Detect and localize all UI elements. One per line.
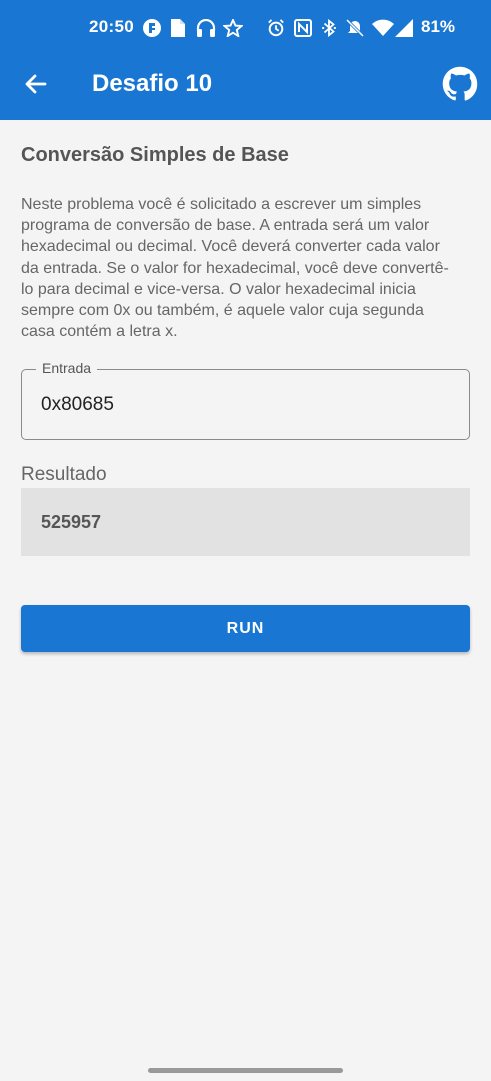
status-time: 20:50 — [89, 17, 134, 36]
status-bar: 20:50 81% — [0, 0, 491, 56]
back-button[interactable] — [18, 66, 54, 102]
result-label: Resultado — [21, 464, 107, 485]
battery-level: 81% — [421, 17, 456, 36]
input-label: Entrada — [36, 360, 98, 376]
app-bar: 20:50 81% Desafio 10 — [0, 0, 491, 120]
github-button[interactable] — [442, 66, 478, 102]
input-field[interactable]: Entrada 0x80685 — [21, 360, 470, 440]
alarm-icon — [266, 19, 286, 37]
gesture-handle[interactable] — [148, 1068, 343, 1073]
bluetooth-icon — [321, 19, 337, 37]
app-f-icon — [143, 19, 161, 37]
nfc-icon — [294, 19, 312, 37]
problem-heading: Conversão Simples de Base — [21, 144, 289, 166]
result-box: 525957 — [21, 488, 470, 556]
problem-description: Neste problema você é solicitado a escre… — [21, 196, 449, 341]
star-icon — [223, 19, 243, 37]
signal-icon — [395, 19, 413, 37]
wifi-icon — [372, 19, 394, 37]
run-button[interactable]: RUN — [21, 605, 470, 652]
arrow-left-icon — [25, 74, 47, 94]
page-title: Desafio 10 — [92, 70, 213, 97]
result-value: 525957 — [41, 512, 102, 532]
document-icon — [171, 19, 185, 37]
bell-off-icon — [346, 19, 364, 37]
headset-icon — [196, 19, 216, 37]
github-icon — [442, 66, 478, 101]
input-value[interactable]: 0x80685 — [41, 394, 114, 416]
